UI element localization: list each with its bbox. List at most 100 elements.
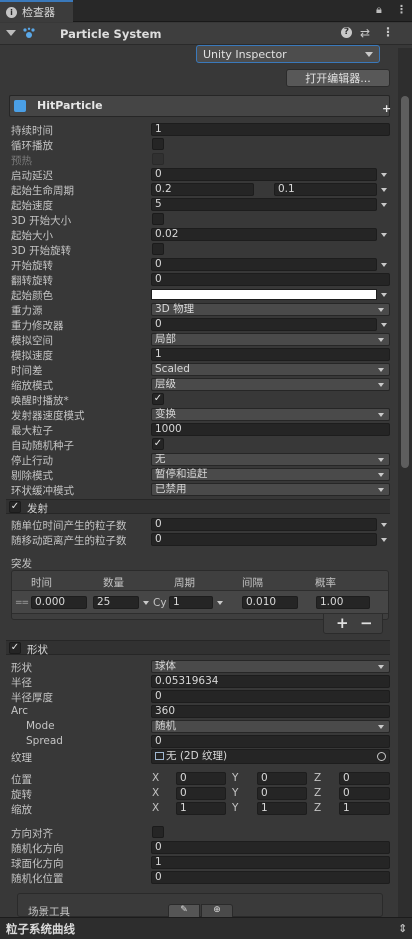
culling-mode-dropdown[interactable]: 暂停和追赶 xyxy=(151,468,390,481)
arc-mode-dropdown[interactable]: 随机 xyxy=(151,720,390,733)
stop-action-dropdown[interactable]: 无 xyxy=(151,453,390,466)
chevron-down-icon xyxy=(365,52,373,57)
preset-dropdown[interactable]: Unity Inspector xyxy=(196,45,380,63)
burst-interval-field[interactable]: 0.010 xyxy=(242,596,298,609)
align-to-direction-checkbox[interactable] xyxy=(152,826,164,838)
burst-cycles-field[interactable]: 1 xyxy=(169,596,213,609)
position-z-field[interactable]: 0 xyxy=(339,772,390,785)
component-header[interactable]: Particle System ? ⇄ ⋮ xyxy=(0,23,412,45)
auto-random-seed-checkbox[interactable]: ✓ xyxy=(152,438,164,450)
prewarm-checkbox[interactable] xyxy=(152,153,164,165)
randomize-direction-field[interactable]: 0 xyxy=(151,841,390,854)
gravity-source-dropdown[interactable]: 3D 物理 xyxy=(151,303,390,316)
simulation-space-value: 局部 xyxy=(155,333,176,345)
burst-count-chevron-icon[interactable] xyxy=(143,601,149,605)
start-speed-label: 起始速度 xyxy=(11,200,53,212)
delta-time-dropdown[interactable]: Scaled xyxy=(151,363,390,376)
simulation-space-dropdown[interactable]: 局部 xyxy=(151,333,390,346)
scale-x-field[interactable]: 1 xyxy=(176,802,226,815)
curve-mode-chevron-icon[interactable] xyxy=(381,233,387,237)
context-menu-icon[interactable]: ⋮ xyxy=(382,25,394,39)
scale-y-field[interactable]: 1 xyxy=(257,802,307,815)
tab-inspector[interactable]: i 检查器 xyxy=(0,0,73,22)
presets-icon[interactable]: ⇄ xyxy=(360,26,370,40)
module-title-bar[interactable]: HitParticle + xyxy=(9,95,391,117)
simulation-speed-field[interactable]: 1 xyxy=(151,348,390,361)
start-speed-field[interactable]: 5 xyxy=(151,198,377,211)
scaling-mode-dropdown[interactable]: 层级 xyxy=(151,378,390,391)
start-size-field[interactable]: 0.02 xyxy=(151,228,377,241)
drag-handle-icon[interactable]: ⇕ xyxy=(398,922,407,935)
gravity-modifier-field[interactable]: 0 xyxy=(151,318,377,331)
position-y-field[interactable]: 0 xyxy=(257,772,307,785)
curve-mode-chevron-icon[interactable] xyxy=(381,263,387,267)
delta-time-value: Scaled xyxy=(155,363,190,375)
shape-enable-checkbox[interactable]: ✓ xyxy=(9,642,21,654)
lock-icon[interactable]: 🔒︎ xyxy=(376,3,382,17)
rotation-z-field[interactable]: 0 xyxy=(339,787,390,800)
edit-shape-icon[interactable]: ✎ xyxy=(168,904,200,918)
burst-count-field[interactable]: 25 xyxy=(93,596,139,609)
spherize-direction-field[interactable]: 1 xyxy=(151,856,390,869)
curve-mode-chevron-icon[interactable] xyxy=(381,323,387,327)
add-burst-button[interactable]: + xyxy=(336,614,349,632)
emitter-velocity-dropdown[interactable]: 变换 xyxy=(151,408,390,421)
shape-dropdown[interactable]: 球体 xyxy=(151,660,390,673)
start-rotation-field[interactable]: 0 xyxy=(151,258,377,271)
start-color-swatch[interactable] xyxy=(151,289,377,300)
texture-field[interactable]: 无 (2D 纹理) xyxy=(151,749,390,764)
start-size-3d-checkbox[interactable] xyxy=(152,213,164,225)
start-lifetime-max-field[interactable]: 0.1 xyxy=(274,183,377,196)
burst-cycles-chevron-icon[interactable] xyxy=(217,601,223,605)
start-delay-field[interactable]: 0 xyxy=(151,168,377,181)
burst-time-field[interactable]: 0.000 xyxy=(31,596,87,609)
curve-mode-chevron-icon[interactable] xyxy=(381,538,387,542)
max-particles-field[interactable]: 1000 xyxy=(151,423,390,436)
rate-over-time-field[interactable]: 0 xyxy=(151,518,377,531)
position-x-field[interactable]: 0 xyxy=(176,772,226,785)
transform-tool-icon[interactable]: ⊕ xyxy=(201,904,233,918)
looping-checkbox[interactable] xyxy=(152,138,164,150)
curve-mode-chevron-icon[interactable] xyxy=(381,188,387,192)
foldout-arrow-icon[interactable] xyxy=(6,30,16,36)
module-name: HitParticle xyxy=(37,99,103,112)
emission-module-header[interactable]: ✓ 发射 xyxy=(6,499,390,515)
emission-enable-checkbox[interactable]: ✓ xyxy=(9,501,21,513)
burst-probability-field[interactable]: 1.00 xyxy=(316,596,370,609)
curves-panel-bar[interactable]: 粒子系统曲线 ⇕ xyxy=(0,917,412,939)
flip-rotation-field[interactable]: 0 xyxy=(151,273,390,286)
play-on-awake-checkbox[interactable]: ✓ xyxy=(152,393,164,405)
open-editor-button[interactable]: 打开编辑器... xyxy=(286,69,390,87)
radius-thickness-field[interactable]: 0 xyxy=(151,690,390,703)
arc-spread-field[interactable]: 0 xyxy=(151,735,390,748)
curve-mode-chevron-icon[interactable] xyxy=(381,523,387,527)
rate-over-distance-field[interactable]: 0 xyxy=(151,533,377,546)
radius-label: 半径 xyxy=(11,677,32,689)
scale-z-field[interactable]: 1 xyxy=(339,802,390,815)
randomize-position-field[interactable]: 0 xyxy=(151,871,390,884)
start-rotation-3d-checkbox[interactable] xyxy=(152,243,164,255)
rotation-x-field[interactable]: 0 xyxy=(176,787,226,800)
rotation-y-field[interactable]: 0 xyxy=(257,787,307,800)
arc-field[interactable]: 360 xyxy=(151,705,390,718)
start-rotation-3d-label: 3D 开始旋转 xyxy=(11,245,72,257)
shape-title: 形状 xyxy=(27,644,48,656)
shape-module-header[interactable]: ✓ 形状 xyxy=(6,640,390,656)
radius-field[interactable]: 0.05319634 xyxy=(151,675,390,688)
ring-buffer-dropdown[interactable]: 已禁用 xyxy=(151,483,390,496)
duration-field[interactable]: 1 xyxy=(151,123,390,136)
help-icon[interactable]: ? xyxy=(341,27,352,38)
burst-add-remove: + − xyxy=(323,614,383,634)
drag-handle-icon[interactable]: == xyxy=(15,598,29,608)
curve-mode-chevron-icon[interactable] xyxy=(381,173,387,177)
start-lifetime-min-field[interactable]: 0.2 xyxy=(151,183,254,196)
more-options-icon[interactable]: ⋮ xyxy=(396,3,407,16)
play-on-awake-label: 唤醒时播放* xyxy=(11,395,69,407)
color-mode-chevron-icon[interactable] xyxy=(381,293,387,297)
object-picker-icon[interactable] xyxy=(377,752,386,761)
scrollbar-thumb[interactable] xyxy=(401,96,409,468)
add-module-icon[interactable]: + xyxy=(382,102,391,115)
remove-burst-button[interactable]: − xyxy=(360,614,373,632)
curve-mode-chevron-icon[interactable] xyxy=(381,203,387,207)
position-z-label: Z xyxy=(314,772,322,784)
